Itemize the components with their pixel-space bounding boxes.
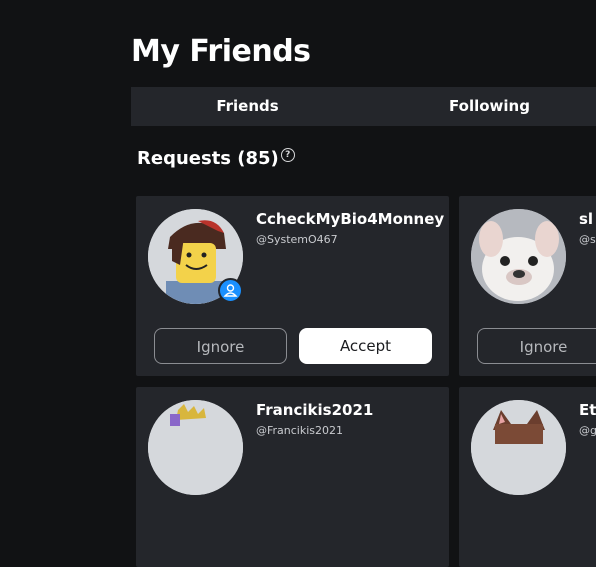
friend-request-card: Francikis2021 @Francikis2021 [136,387,449,567]
requests-heading: Requests (85)? [137,147,295,171]
avatar-image [148,400,243,495]
friend-name[interactable]: Et [579,401,596,419]
avatar-image [471,400,566,495]
ignore-button[interactable]: Ignore [477,328,596,364]
friend-name[interactable]: CcheckMyBio4Monney [256,210,444,228]
friend-request-card: sl @s Ignore [459,196,596,376]
help-icon[interactable]: ? [280,148,295,162]
friend-handle: @SystemO467 [256,233,338,246]
friend-request-card: Et @g [459,387,596,567]
avatar-image [471,209,566,304]
ignore-button[interactable]: Ignore [154,328,287,364]
page-title: My Friends [131,34,311,69]
friend-name[interactable]: sl [579,210,593,228]
friend-handle: @s [579,233,596,246]
user-badge-icon [218,278,243,303]
requests-title: Requests (85) [137,148,279,169]
friend-handle: @g [579,424,596,437]
avatar[interactable] [471,400,566,495]
avatar[interactable] [148,400,243,495]
tab-friends[interactable]: Friends [131,87,364,126]
friend-handle: @Francikis2021 [256,424,344,437]
tab-following[interactable]: Following [373,87,596,126]
accept-button[interactable]: Accept [299,328,432,364]
tab-bar: Friends Following [131,87,596,126]
friend-name[interactable]: Francikis2021 [256,401,373,419]
avatar[interactable] [471,209,566,304]
friend-request-card: CcheckMyBio4Monney @SystemO467 Ignore Ac… [136,196,449,376]
